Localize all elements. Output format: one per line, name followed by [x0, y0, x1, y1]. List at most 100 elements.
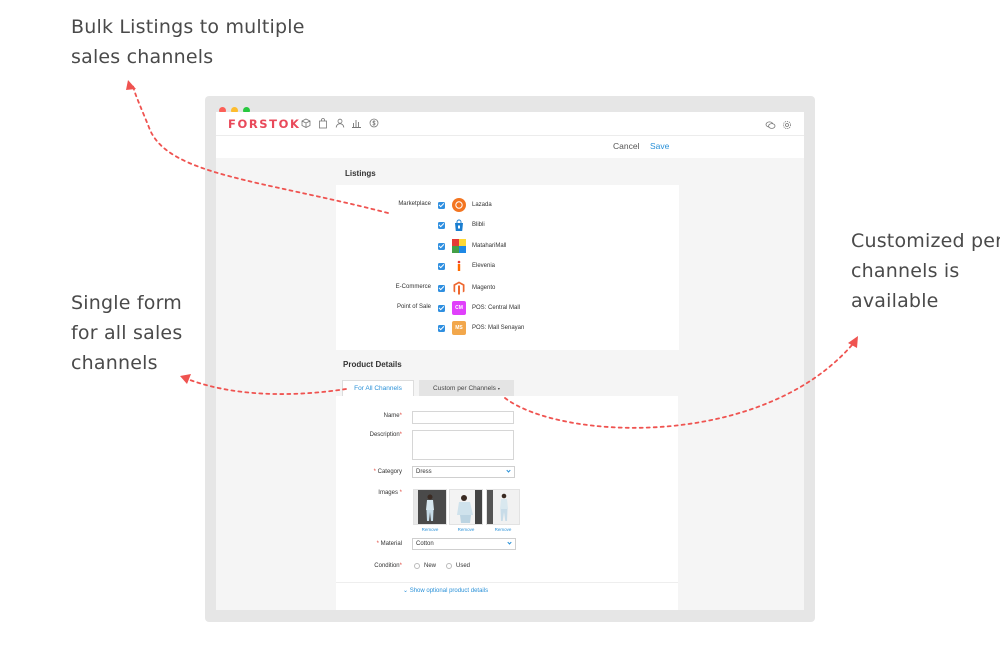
condition-new-label: New — [424, 563, 437, 569]
channel-name: Elevenia — [472, 263, 496, 269]
currency-icon[interactable] — [367, 116, 380, 130]
arrowhead-up-icon — [126, 80, 136, 90]
mataharimall-logo-icon — [452, 239, 466, 253]
label-text: Description — [369, 432, 400, 438]
callout-customized: Customized per channels is available — [851, 226, 1000, 316]
app-content: FORSTOK Cancel Save Listings Marketplace… — [216, 112, 804, 610]
callout-line: sales channels — [71, 46, 214, 68]
shopping-bag-icon[interactable] — [316, 116, 329, 130]
tab-label: Custom per Channels — [433, 384, 496, 392]
app-window: FORSTOK Cancel Save Listings Marketplace… — [205, 96, 815, 622]
label-text: Condition — [374, 563, 400, 569]
callout-single-form: Single form for all sales channels — [71, 288, 182, 378]
channel-name: MatahariMall — [472, 243, 507, 249]
chevron-down-icon: ⌄ — [403, 588, 409, 594]
product-image-thumbnail[interactable] — [413, 489, 447, 525]
pos-central-mall-logo-icon: CM — [452, 301, 466, 315]
callout-line: for all sales — [71, 322, 183, 344]
callout-bulk-listings: Bulk Listings to multiple sales channels — [71, 12, 305, 72]
material-select[interactable]: Cotton — [412, 538, 516, 550]
group-label-pos: Point of Sale — [396, 304, 431, 310]
callout-line: channels is — [851, 260, 960, 282]
callout-line: available — [851, 290, 939, 312]
callout-line: channels — [71, 352, 158, 374]
chat-icon[interactable] — [765, 117, 776, 135]
label-text: Images — [378, 490, 398, 496]
channel-checkbox[interactable] — [438, 324, 445, 332]
tab-custom-per-channels[interactable]: Custom per Channels ▾ — [419, 380, 514, 396]
category-label: * Category — [336, 469, 402, 475]
listings-title: Listings — [345, 169, 376, 178]
description-label: Description* — [336, 432, 402, 438]
tab-for-all-channels[interactable]: For All Channels — [342, 380, 414, 396]
channel-row: MatahariMall — [438, 238, 506, 254]
group-label-marketplace: Marketplace — [398, 201, 431, 207]
condition-label: Condition* — [336, 563, 402, 569]
callout-line: Customized per — [851, 230, 1000, 252]
brand-logo[interactable]: FORSTOK — [228, 117, 301, 131]
product-form-card: Name* Description* * Category Dress Imag… — [336, 396, 678, 610]
save-button[interactable]: Save — [650, 141, 669, 151]
bar-chart-icon[interactable] — [350, 116, 363, 130]
chevron-down-icon — [507, 540, 512, 545]
required-mark: * — [373, 469, 376, 475]
group-label-ecommerce: E-Commerce — [395, 284, 431, 290]
material-label: * Material — [336, 541, 402, 547]
condition-new-radio[interactable] — [414, 563, 420, 569]
channel-checkbox[interactable] — [438, 201, 445, 209]
pos-mall-senayan-logo-icon: MS — [452, 321, 466, 335]
user-icon[interactable] — [333, 116, 346, 130]
cancel-button[interactable]: Cancel — [613, 141, 639, 151]
required-mark: * — [376, 541, 379, 547]
show-optional-details-link[interactable]: ⌄ Show optional product details — [403, 587, 488, 594]
required-mark: * — [399, 432, 402, 438]
label-text: Material — [380, 541, 402, 547]
channel-checkbox[interactable] — [438, 284, 445, 292]
nav-icons — [299, 116, 380, 130]
arrowhead-up-right-icon — [848, 336, 858, 348]
elevenia-logo-icon — [452, 259, 466, 273]
blibli-logo-icon — [452, 218, 466, 232]
lazada-logo-icon — [452, 198, 466, 212]
required-mark: * — [399, 490, 402, 496]
action-bar: Cancel Save — [216, 136, 804, 158]
category-value: Dress — [416, 469, 432, 475]
product-image-thumbnail[interactable] — [449, 489, 483, 525]
label-text: Name — [383, 413, 400, 419]
remove-image-link[interactable]: Remove — [413, 527, 447, 532]
optional-link-text: Show optional product details — [409, 588, 489, 594]
channel-name: Lazada — [472, 202, 492, 208]
channel-row: Lazada — [438, 197, 492, 213]
settings-gear-icon[interactable] — [782, 117, 792, 135]
box-icon[interactable] — [299, 116, 312, 130]
remove-image-link[interactable]: Remove — [486, 527, 520, 532]
condition-used-radio[interactable] — [446, 563, 452, 569]
chevron-down-icon — [506, 468, 511, 473]
remove-image-link[interactable]: Remove — [449, 527, 483, 532]
channel-name: POS: Mall Senayan — [472, 325, 525, 331]
listings-card: Marketplace E-Commerce Point of Sale Laz… — [336, 185, 679, 350]
callout-line: Bulk Listings to multiple — [71, 16, 305, 38]
product-image-thumbnail[interactable] — [486, 489, 520, 525]
channel-checkbox[interactable] — [438, 304, 445, 312]
chevron-down-icon: ▾ — [497, 385, 500, 391]
name-input[interactable] — [412, 411, 514, 424]
channel-checkbox[interactable] — [438, 262, 445, 270]
channel-row: CM POS: Central Mall — [438, 300, 520, 316]
required-mark: * — [399, 413, 402, 419]
description-textarea[interactable] — [412, 430, 514, 460]
channel-name: Magento — [472, 285, 496, 291]
product-details-title: Product Details — [343, 360, 402, 369]
magento-logo-icon — [452, 281, 466, 295]
callout-line: Single form — [71, 292, 182, 314]
optional-details-bar: ⌄ Show optional product details — [336, 582, 678, 602]
channel-checkbox[interactable] — [438, 242, 445, 250]
channel-name: Blibli — [472, 222, 485, 228]
channel-row: Elevenia — [438, 258, 495, 274]
channel-name: POS: Central Mall — [472, 305, 521, 311]
condition-used-label: Used — [456, 563, 471, 569]
images-label: Images * — [336, 490, 402, 496]
channel-checkbox[interactable] — [438, 221, 445, 229]
required-mark: * — [399, 563, 402, 569]
category-select[interactable]: Dress — [412, 466, 515, 478]
